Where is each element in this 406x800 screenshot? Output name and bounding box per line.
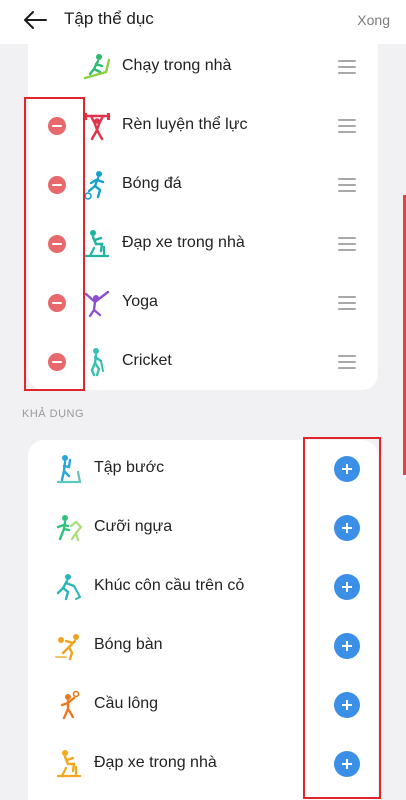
back-arrow-icon[interactable] <box>22 8 48 32</box>
soccer-icon <box>84 171 105 200</box>
horse-riding-icon <box>56 515 83 542</box>
yoga-icon <box>84 290 110 318</box>
indoor-cycling-icon <box>56 750 82 778</box>
item-label: Bóng bàn <box>94 636 163 653</box>
drag-handle-icon[interactable] <box>338 60 356 74</box>
item-label: Yoga <box>122 293 158 310</box>
item-label: Tập bước <box>94 459 165 476</box>
available-section-heading: KHẢ DỤNG <box>22 408 85 420</box>
weightlifting-icon <box>83 113 111 141</box>
cricket-icon <box>90 348 104 377</box>
drag-handle-icon[interactable] <box>338 237 356 251</box>
item-label: Cầu lông <box>94 695 159 712</box>
stepper-icon <box>56 455 82 484</box>
item-label: Khúc côn cầu trên cỏ <box>94 577 245 594</box>
selected-item-indoor-running[interactable]: Chạy trong nhà <box>28 38 378 96</box>
done-button[interactable]: Xong <box>357 12 390 28</box>
page-title: Tập thể dục <box>64 9 154 28</box>
drag-handle-icon[interactable] <box>338 296 356 310</box>
indoor-cycling-icon <box>84 230 110 258</box>
table-tennis-icon <box>55 634 79 661</box>
drag-handle-icon[interactable] <box>338 178 356 192</box>
item-label: Chạy trong nhà <box>122 57 232 74</box>
remove-buttons-highlight <box>24 97 85 391</box>
item-label: Bóng đá <box>122 175 182 192</box>
item-label: Cưỡi ngựa <box>94 518 173 535</box>
item-label: Cricket <box>122 352 172 369</box>
badminton-icon <box>60 690 80 720</box>
treadmill-icon <box>83 54 111 80</box>
drag-handle-icon[interactable] <box>338 119 356 133</box>
item-label: Rèn luyện thể lực <box>122 116 248 133</box>
drag-handle-icon[interactable] <box>338 355 356 369</box>
add-buttons-highlight <box>303 437 381 799</box>
item-label: Đạp xe trong nhà <box>122 234 245 251</box>
field-hockey-icon <box>56 574 82 601</box>
item-label: Đạp xe trong nhà <box>94 754 217 771</box>
